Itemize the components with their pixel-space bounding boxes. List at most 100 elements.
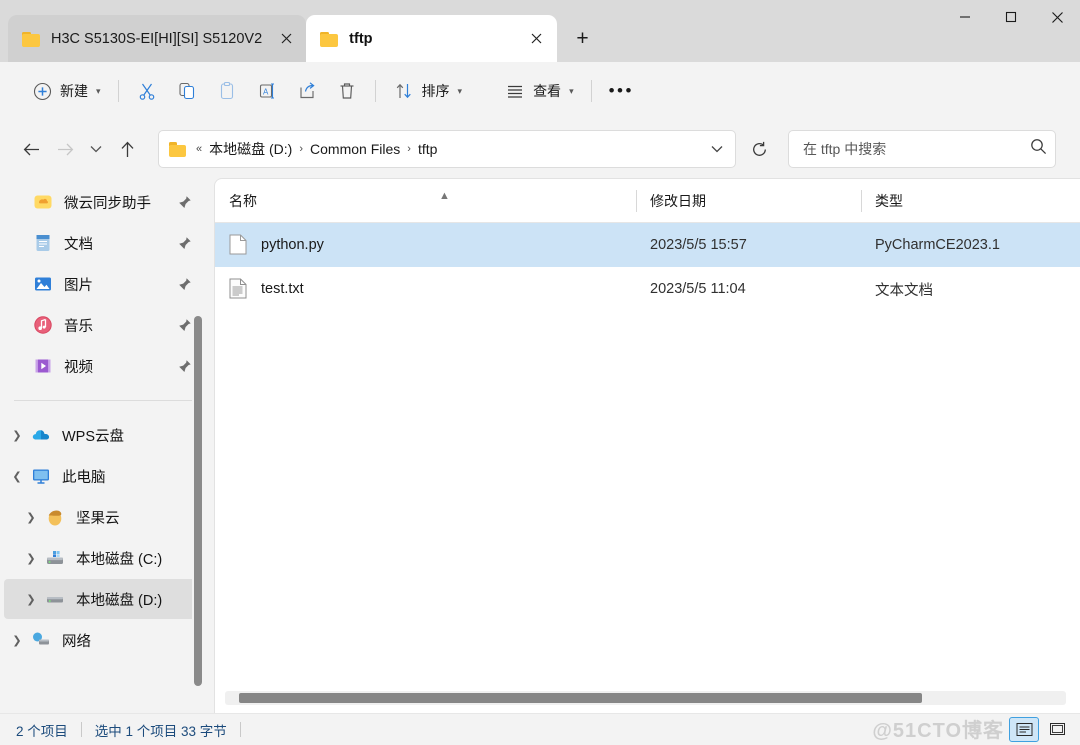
pictures-icon xyxy=(32,273,54,295)
copy-button[interactable] xyxy=(167,74,207,108)
sidebar-item-label: WPS云盘 xyxy=(62,428,125,445)
paste-button[interactable] xyxy=(207,74,247,108)
sort-icon xyxy=(393,80,415,102)
pin-icon[interactable] xyxy=(178,236,192,250)
sort-button-label: 排序 xyxy=(421,83,450,99)
breadcrumb-item-common-files[interactable]: Common Files xyxy=(305,138,405,160)
tiles-view-button[interactable] xyxy=(1042,717,1072,742)
sidebar-scrollbar[interactable] xyxy=(192,178,204,713)
sidebar-item-label: 此电脑 xyxy=(62,469,106,486)
sort-ascending-icon: ▲ xyxy=(439,189,450,202)
sidebar-item-label: 文档 xyxy=(64,236,93,253)
trash-icon xyxy=(336,80,358,102)
ellipsis-icon: ••• xyxy=(608,81,634,100)
paste-icon xyxy=(216,80,238,102)
horizontal-scrollbar-thumb[interactable] xyxy=(239,693,922,703)
rename-button[interactable]: A xyxy=(247,74,287,108)
sidebar-item-network[interactable]: ❯ 网络 xyxy=(4,620,204,660)
chevron-right-icon[interactable]: ❯ xyxy=(4,634,30,647)
new-button[interactable]: 新建 ▾ xyxy=(22,74,110,108)
column-header-name[interactable]: 名称 ▲ xyxy=(215,188,636,214)
chevron-down-icon: ▾ xyxy=(96,85,101,96)
chevron-down-icon[interactable]: ❮ xyxy=(4,470,30,483)
horizontal-scrollbar[interactable] xyxy=(225,691,1066,705)
column-header-date[interactable]: 修改日期 xyxy=(636,188,861,214)
breadcrumb-item-tftp[interactable]: tftp xyxy=(413,138,442,160)
sort-button[interactable]: 排序 ▾ xyxy=(384,74,472,108)
sidebar-item-wps-cloud[interactable]: ❯ WPS云盘 xyxy=(4,415,204,455)
view-button[interactable]: 查看 ▾ xyxy=(495,74,583,108)
sidebar-item-nutstore[interactable]: ❯ 坚果云 xyxy=(4,497,204,537)
table-row[interactable]: test.txt 2023/5/5 11:04 文本文档 xyxy=(215,267,1080,311)
sidebar-scrollbar-thumb[interactable] xyxy=(194,316,202,686)
sidebar-item-this-pc[interactable]: ❮ 此电脑 xyxy=(4,456,204,496)
sidebar-item-label: 网络 xyxy=(62,633,91,650)
pin-icon[interactable] xyxy=(178,195,192,209)
more-options-button[interactable]: ••• xyxy=(600,74,643,108)
tab-h3c[interactable]: H3C S5130S-EI[HI][SI] S5120V2 xyxy=(8,15,307,62)
up-button[interactable] xyxy=(110,132,144,166)
search-input[interactable] xyxy=(803,141,1030,157)
file-type-cell: PyCharmCE2023.1 xyxy=(875,237,1000,253)
chevron-down-icon: ▾ xyxy=(569,85,574,96)
explorer-body: 微云同步助手 文档 图片 音乐 视频 ❯ WPS云盘 ❮ 此电脑 ❯ 坚果云 ❯… xyxy=(0,178,1080,713)
tab-tftp[interactable]: tftp xyxy=(306,15,557,62)
forward-button[interactable] xyxy=(48,132,82,166)
this-pc-icon xyxy=(30,465,52,487)
sidebar-item-weiyun[interactable]: 微云同步助手 xyxy=(4,182,204,222)
cut-button[interactable] xyxy=(127,74,167,108)
view-list-icon xyxy=(504,80,526,102)
sidebar-item-music[interactable]: 音乐 xyxy=(4,305,204,345)
delete-button[interactable] xyxy=(327,74,367,108)
close-icon[interactable] xyxy=(523,25,551,53)
sidebar-item-drive-c[interactable]: ❯ 本地磁盘 (C:) xyxy=(4,538,204,578)
folder-icon xyxy=(320,31,339,47)
title-bar: H3C S5130S-EI[HI][SI] S5120V2 tftp + xyxy=(0,0,1080,62)
navigation-bar: « 本地磁盘 (D:) › Common Files › tftp xyxy=(0,120,1080,178)
chevron-right-icon[interactable]: ❯ xyxy=(4,429,30,442)
search-icon[interactable] xyxy=(1030,138,1047,160)
new-tab-button[interactable]: + xyxy=(565,21,601,57)
breadcrumb-separator: › xyxy=(299,143,304,155)
nutstore-icon xyxy=(44,506,66,528)
pin-icon[interactable] xyxy=(178,359,192,373)
minimize-icon[interactable] xyxy=(942,0,988,34)
status-divider xyxy=(80,722,82,737)
column-header-date-label: 修改日期 xyxy=(650,192,706,209)
sidebar-scroll-content: 微云同步助手 文档 图片 音乐 视频 ❯ WPS云盘 ❮ 此电脑 ❯ 坚果云 ❯… xyxy=(0,178,208,660)
breadcrumb-item-drive[interactable]: 本地磁盘 (D:) xyxy=(204,136,297,162)
share-button[interactable] xyxy=(287,74,327,108)
folder-icon xyxy=(169,141,187,157)
table-row[interactable]: python.py 2023/5/5 15:57 PyCharmCE2023.1 xyxy=(215,223,1080,267)
address-bar[interactable]: « 本地磁盘 (D:) › Common Files › tftp xyxy=(158,130,736,168)
chevron-right-icon[interactable]: ❯ xyxy=(18,593,44,606)
column-header-type[interactable]: 类型 xyxy=(861,188,1051,214)
maximize-icon[interactable] xyxy=(988,0,1034,34)
toolbar-divider xyxy=(374,80,376,102)
close-icon[interactable] xyxy=(1034,0,1080,34)
pin-icon[interactable] xyxy=(178,277,192,291)
videos-icon xyxy=(32,355,54,377)
sidebar-item-drive-d[interactable]: ❯ 本地磁盘 (D:) xyxy=(4,579,204,619)
chevron-right-icon[interactable]: ❯ xyxy=(18,552,44,565)
status-bar: 2 个项目 选中 1 个项目 33 字节 @51CTO博客 xyxy=(0,713,1080,745)
chevron-down-icon[interactable] xyxy=(703,145,731,153)
close-icon[interactable] xyxy=(272,25,300,53)
details-view-button[interactable] xyxy=(1009,717,1039,742)
recent-locations-button[interactable] xyxy=(82,132,110,166)
svg-text:A: A xyxy=(263,88,269,97)
share-icon xyxy=(296,80,318,102)
chevron-right-icon[interactable]: ❯ xyxy=(18,511,44,524)
watermark-label: @51CTO博客 xyxy=(872,720,1004,742)
refresh-button[interactable] xyxy=(742,132,776,166)
sidebar-item-label: 本地磁盘 (D:) xyxy=(76,592,163,609)
back-button[interactable] xyxy=(14,132,48,166)
folder-icon xyxy=(22,31,41,47)
search-box[interactable] xyxy=(788,130,1056,168)
chevron-down-icon: ▾ xyxy=(457,85,463,96)
sidebar-item-videos[interactable]: 视频 xyxy=(4,346,204,386)
pin-icon[interactable] xyxy=(178,318,192,332)
sidebar-divider xyxy=(14,400,192,401)
sidebar-item-pictures[interactable]: 图片 xyxy=(4,264,204,304)
sidebar-item-documents[interactable]: 文档 xyxy=(4,223,204,263)
